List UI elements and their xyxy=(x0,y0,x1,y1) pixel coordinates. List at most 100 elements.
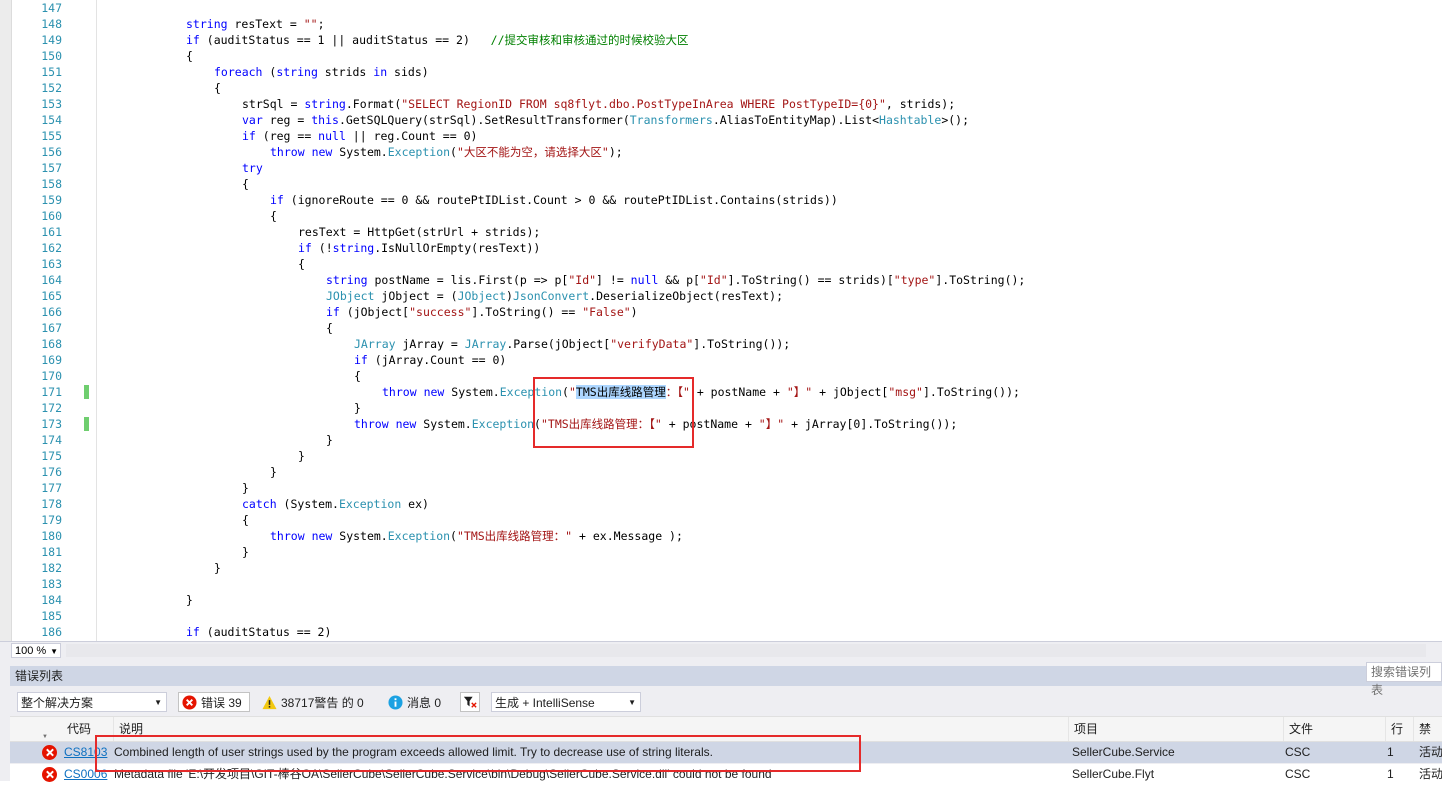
code-line: 175} xyxy=(0,448,1442,464)
code-token: if xyxy=(242,129,256,143)
code-text: string resText = ""; xyxy=(186,16,325,32)
line-number: 150 xyxy=(41,49,62,63)
line-number: 185 xyxy=(41,609,62,623)
code-text: throw new System.Exception("大区不能为空，请选择大区… xyxy=(270,144,623,160)
column-header-project[interactable]: 项目 xyxy=(1068,717,1283,741)
code-line: 181} xyxy=(0,544,1442,560)
code-line: 163 { xyxy=(0,256,1442,272)
code-token: null xyxy=(630,273,659,287)
code-token: if xyxy=(298,241,312,255)
code-line: 182} xyxy=(0,560,1442,576)
column-header-file[interactable]: 文件 xyxy=(1283,717,1385,741)
code-token: (! xyxy=(311,241,333,255)
code-text: JObject jObject = (JObject)JsonConvert.D… xyxy=(326,288,783,304)
code-token: null xyxy=(318,129,346,143)
code-text: throw new System.Exception("TMS出库线路管理：【"… xyxy=(382,384,1020,400)
code-text: } xyxy=(242,544,249,560)
error-line: 1 xyxy=(1387,767,1394,781)
code-token: ) xyxy=(506,289,513,303)
code-text: } xyxy=(270,464,277,480)
code-token: } xyxy=(242,481,249,495)
code-token: Exception xyxy=(338,497,402,511)
code-token: } xyxy=(326,433,333,447)
code-token: { xyxy=(270,209,277,223)
error-project: SellerCube.Service xyxy=(1072,745,1175,759)
code-token: + jArray[0].ToString()); xyxy=(784,417,958,431)
scope-dropdown[interactable]: 整个解决方案 ▼ xyxy=(17,692,167,712)
messages-filter-button[interactable]: 消息 0 xyxy=(384,692,456,712)
horizontal-scrollbar[interactable] xyxy=(66,644,1426,657)
code-token: && p[ xyxy=(658,273,700,287)
code-token: if xyxy=(326,305,340,319)
code-token: if xyxy=(186,625,200,639)
code-text: if (auditStatus == 1 || auditStatus == 2… xyxy=(186,32,689,48)
build-source-dropdown[interactable]: 生成 + IntelliSense ▼ xyxy=(491,692,641,712)
code-text: if (!string.IsNullOrEmpty(resText)) xyxy=(298,240,540,256)
code-token: if xyxy=(354,353,368,367)
line-number: 153 xyxy=(41,97,62,111)
code-editor[interactable]: 147 148 string resText = ""; 149 if (auditSt… xyxy=(0,0,1442,641)
code-line: 161 resText = HttpGet(strUrl + strids); xyxy=(0,224,1442,240)
code-line: 176} xyxy=(0,464,1442,480)
line-number: 181 xyxy=(41,545,62,559)
code-token: "msg" xyxy=(888,385,923,399)
code-text: { xyxy=(214,80,221,96)
column-header-line[interactable]: 行 xyxy=(1385,717,1413,741)
code-line: 149 if (auditStatus == 1 || auditStatus =… xyxy=(0,32,1442,48)
zoom-dropdown[interactable]: 100 % ▼ xyxy=(11,643,61,658)
code-token: Exception xyxy=(387,529,451,543)
code-token: ( xyxy=(450,145,457,159)
code-token: "大区不能为空，请选择大区" xyxy=(456,145,609,159)
line-number: 159 xyxy=(41,193,62,207)
filter-toggle-button[interactable] xyxy=(460,692,480,712)
line-number: 162 xyxy=(41,241,62,255)
line-number: 166 xyxy=(41,305,62,319)
code-text: if (auditStatus == 2) xyxy=(186,624,331,640)
code-token: (auditStatus == 1 || auditStatus == 2) xyxy=(199,33,491,47)
code-token: throw xyxy=(354,417,389,431)
code-text: var reg = this.GetSQLQuery(strSql).SetRe… xyxy=(242,112,969,128)
code-line: 177} xyxy=(0,480,1442,496)
code-token: if xyxy=(270,193,284,207)
chevron-down-icon: ▼ xyxy=(628,698,636,707)
warnings-filter-label: 38717警告 的 0 xyxy=(281,696,364,710)
code-line: 150 { xyxy=(0,48,1442,64)
errors-filter-label: 错误 39 xyxy=(201,696,242,710)
zoom-value: 100 % xyxy=(15,645,47,657)
code-text: try xyxy=(242,160,263,176)
error-icon xyxy=(42,745,57,760)
line-number: 161 xyxy=(41,225,62,239)
change-marker xyxy=(84,385,89,399)
code-text: { xyxy=(354,368,361,384)
chevron-down-icon: ▼ xyxy=(154,698,162,707)
code-line: 172} xyxy=(0,400,1442,416)
warnings-filter-button[interactable]: 38717警告 的 0 xyxy=(258,692,376,712)
line-number: 175 xyxy=(41,449,62,463)
code-line: 156 throw new System.Exception("大区不能为空，请选… xyxy=(0,144,1442,160)
line-number: 163 xyxy=(41,257,62,271)
code-token: (jObject[ xyxy=(339,305,410,319)
line-number: 157 xyxy=(41,161,62,175)
code-token: } xyxy=(242,545,249,559)
code-line: 158 { xyxy=(0,176,1442,192)
line-number: 154 xyxy=(41,113,62,127)
code-token: "success" xyxy=(409,305,472,319)
change-marker xyxy=(84,417,89,431)
line-number: 173 xyxy=(41,417,62,431)
code-text: string postName = lis.First(p => p["Id"]… xyxy=(326,272,1025,288)
code-line: 153 strSql = string.Format("SELECT Region… xyxy=(0,96,1442,112)
code-token: in xyxy=(373,65,388,79)
code-token: new xyxy=(311,145,333,159)
code-token: throw xyxy=(270,145,305,159)
code-token: JArray xyxy=(354,337,396,351)
errors-filter-button[interactable]: 错误 39 xyxy=(178,692,250,712)
search-error-list-input[interactable]: 搜索错误列表 xyxy=(1366,662,1442,697)
code-line: 164 string postName = lis.First(p => p["I… xyxy=(0,272,1442,288)
code-line: 171 throw new System.Exception("TMS出库线路管理… xyxy=(0,384,1442,400)
code-token: { xyxy=(298,257,305,271)
line-number: 160 xyxy=(41,209,62,223)
column-header-suppression[interactable]: 禁止 xyxy=(1413,717,1442,760)
code-token: (reg == xyxy=(255,129,319,143)
